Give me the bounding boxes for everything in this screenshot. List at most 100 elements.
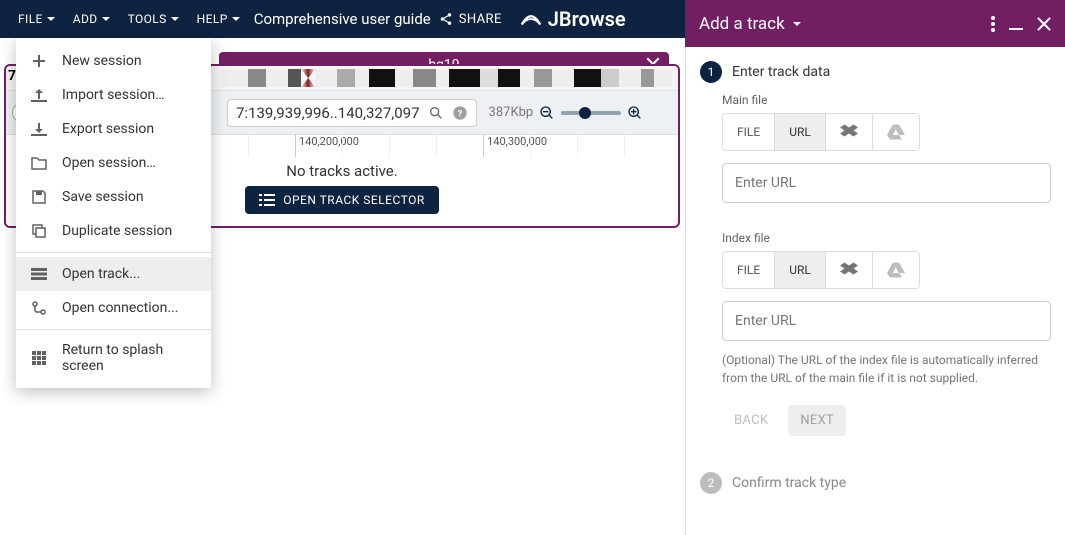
caret-down-icon[interactable]	[793, 22, 801, 26]
upload-icon	[30, 86, 48, 104]
caret-down-icon	[102, 17, 110, 21]
list-icon	[259, 194, 275, 206]
ruler-tick: 140,200,000	[295, 135, 359, 157]
open-track-selector-button[interactable]: OPEN TRACK SELECTOR	[245, 186, 439, 214]
logo-text: JBrowse	[548, 7, 626, 31]
dd-return-splash[interactable]: Return to splash screen	[16, 334, 211, 382]
menu-tools-label: TOOLS	[128, 12, 167, 26]
grid-icon	[30, 349, 48, 367]
svg-text:?: ?	[457, 108, 462, 119]
copy-icon	[30, 222, 48, 240]
menu-file[interactable]: FILE	[18, 12, 55, 26]
dd-duplicate-session[interactable]: Duplicate session	[16, 214, 211, 248]
menu-help-label: HELP	[197, 12, 228, 26]
menu-add[interactable]: ADD	[73, 12, 110, 26]
step-1: 1 Enter track data	[686, 61, 1065, 83]
back-button[interactable]: BACK	[722, 405, 780, 436]
logo-arc-icon	[520, 11, 542, 27]
scale-label: 387Kbp	[489, 105, 534, 120]
dropbox-icon	[840, 124, 858, 140]
more-vert-icon[interactable]	[991, 16, 995, 32]
step-badge-1: 1	[700, 61, 722, 83]
divider	[16, 252, 211, 253]
share-icon	[439, 12, 453, 26]
open-selector-label: OPEN TRACK SELECTOR	[283, 193, 425, 207]
dd-new-session[interactable]: New session	[16, 44, 211, 78]
main-file-label: Main file	[722, 93, 1051, 107]
google-drive-icon	[887, 124, 905, 140]
drawer-actions	[991, 16, 1051, 32]
dd-label: Open session…	[62, 155, 156, 171]
src-tab-gdrive[interactable]	[873, 114, 919, 150]
folder-icon	[30, 154, 48, 172]
dd-open-connection[interactable]: Open connection...	[16, 291, 211, 325]
minimize-icon[interactable]	[1009, 17, 1023, 31]
caret-down-icon	[171, 17, 179, 21]
src-tab-file[interactable]: FILE	[723, 114, 775, 150]
zoom-in-icon[interactable]	[627, 105, 643, 121]
ideogram[interactable]	[221, 69, 672, 87]
src-tab-url[interactable]: URL	[775, 252, 826, 288]
dd-export-session[interactable]: Export session	[16, 112, 211, 146]
caret-down-icon	[47, 17, 55, 21]
step-2: 2 Confirm track type	[686, 472, 1065, 494]
download-icon	[30, 120, 48, 138]
dd-save-session[interactable]: Save session	[16, 180, 211, 214]
step1-title: Enter track data	[732, 61, 830, 83]
step1-body: Main file FILE URL Index file FILE URL (…	[722, 93, 1051, 436]
ruler-tick: 140,300,000	[483, 135, 547, 157]
dd-label: Duplicate session	[62, 223, 172, 239]
track-icon	[30, 265, 48, 283]
step2-title: Confirm track type	[732, 472, 846, 494]
src-tab-url[interactable]: URL	[775, 114, 826, 150]
dd-label: Save session	[62, 189, 144, 205]
dd-label: Export session	[62, 121, 154, 137]
search-icon[interactable]	[428, 105, 444, 121]
menu-help[interactable]: HELP	[197, 12, 240, 26]
menu-file-label: FILE	[18, 12, 43, 26]
close-icon[interactable]	[1037, 17, 1051, 31]
guide-title: Comprehensive user guide	[254, 10, 431, 28]
drawer-title-text: Add a track	[699, 14, 785, 34]
help-icon[interactable]: ?	[452, 105, 468, 121]
share-label: SHARE	[459, 12, 502, 27]
drawer-title: Add a track	[699, 14, 991, 34]
menu-items: FILE ADD TOOLS HELP	[0, 12, 240, 26]
dd-open-track[interactable]: Open track...	[16, 257, 211, 291]
zoom-out-icon[interactable]	[539, 105, 555, 121]
centromere-icon	[301, 69, 315, 87]
share-button[interactable]: SHARE	[439, 12, 502, 27]
caret-down-icon	[232, 17, 240, 21]
dd-import-session[interactable]: Import session…	[16, 78, 211, 112]
main-source-tabs: FILE URL	[722, 113, 920, 151]
index-url-input[interactable]	[722, 301, 1051, 341]
connection-icon	[30, 299, 48, 317]
dd-label: Open track...	[62, 266, 140, 282]
app-logo: JBrowse	[520, 7, 626, 31]
dd-label: New session	[62, 53, 142, 69]
plus-icon	[30, 52, 48, 70]
src-tab-file[interactable]: FILE	[723, 252, 775, 288]
dd-label: Return to splash screen	[62, 342, 197, 374]
dd-label: Open connection...	[62, 300, 178, 316]
slider-thumb[interactable]	[579, 107, 591, 119]
location-text[interactable]: 7:139,939,996..140,327,097	[236, 104, 420, 122]
dd-open-session[interactable]: Open session…	[16, 146, 211, 180]
zoom-slider[interactable]	[561, 111, 621, 115]
drawer-header: Add a track	[685, 0, 1065, 47]
file-dropdown: New session Import session… Export sessi…	[16, 38, 211, 388]
chromosome-number: 7	[8, 68, 16, 84]
main-url-input[interactable]	[722, 163, 1051, 203]
src-tab-gdrive[interactable]	[873, 252, 919, 288]
helper-text: (Optional) The URL of the index file is …	[722, 351, 1051, 387]
save-icon	[30, 188, 48, 206]
step-actions: BACK NEXT	[722, 405, 1051, 436]
src-tab-dropbox[interactable]	[826, 252, 873, 288]
location-box: 7:139,939,996..140,327,097 ?	[227, 99, 477, 127]
next-button[interactable]: NEXT	[788, 405, 846, 436]
menu-add-label: ADD	[73, 12, 98, 26]
src-tab-dropbox[interactable]	[826, 114, 873, 150]
dd-label: Import session…	[62, 87, 165, 103]
index-file-label: Index file	[722, 231, 1051, 245]
menu-tools[interactable]: TOOLS	[128, 12, 179, 26]
